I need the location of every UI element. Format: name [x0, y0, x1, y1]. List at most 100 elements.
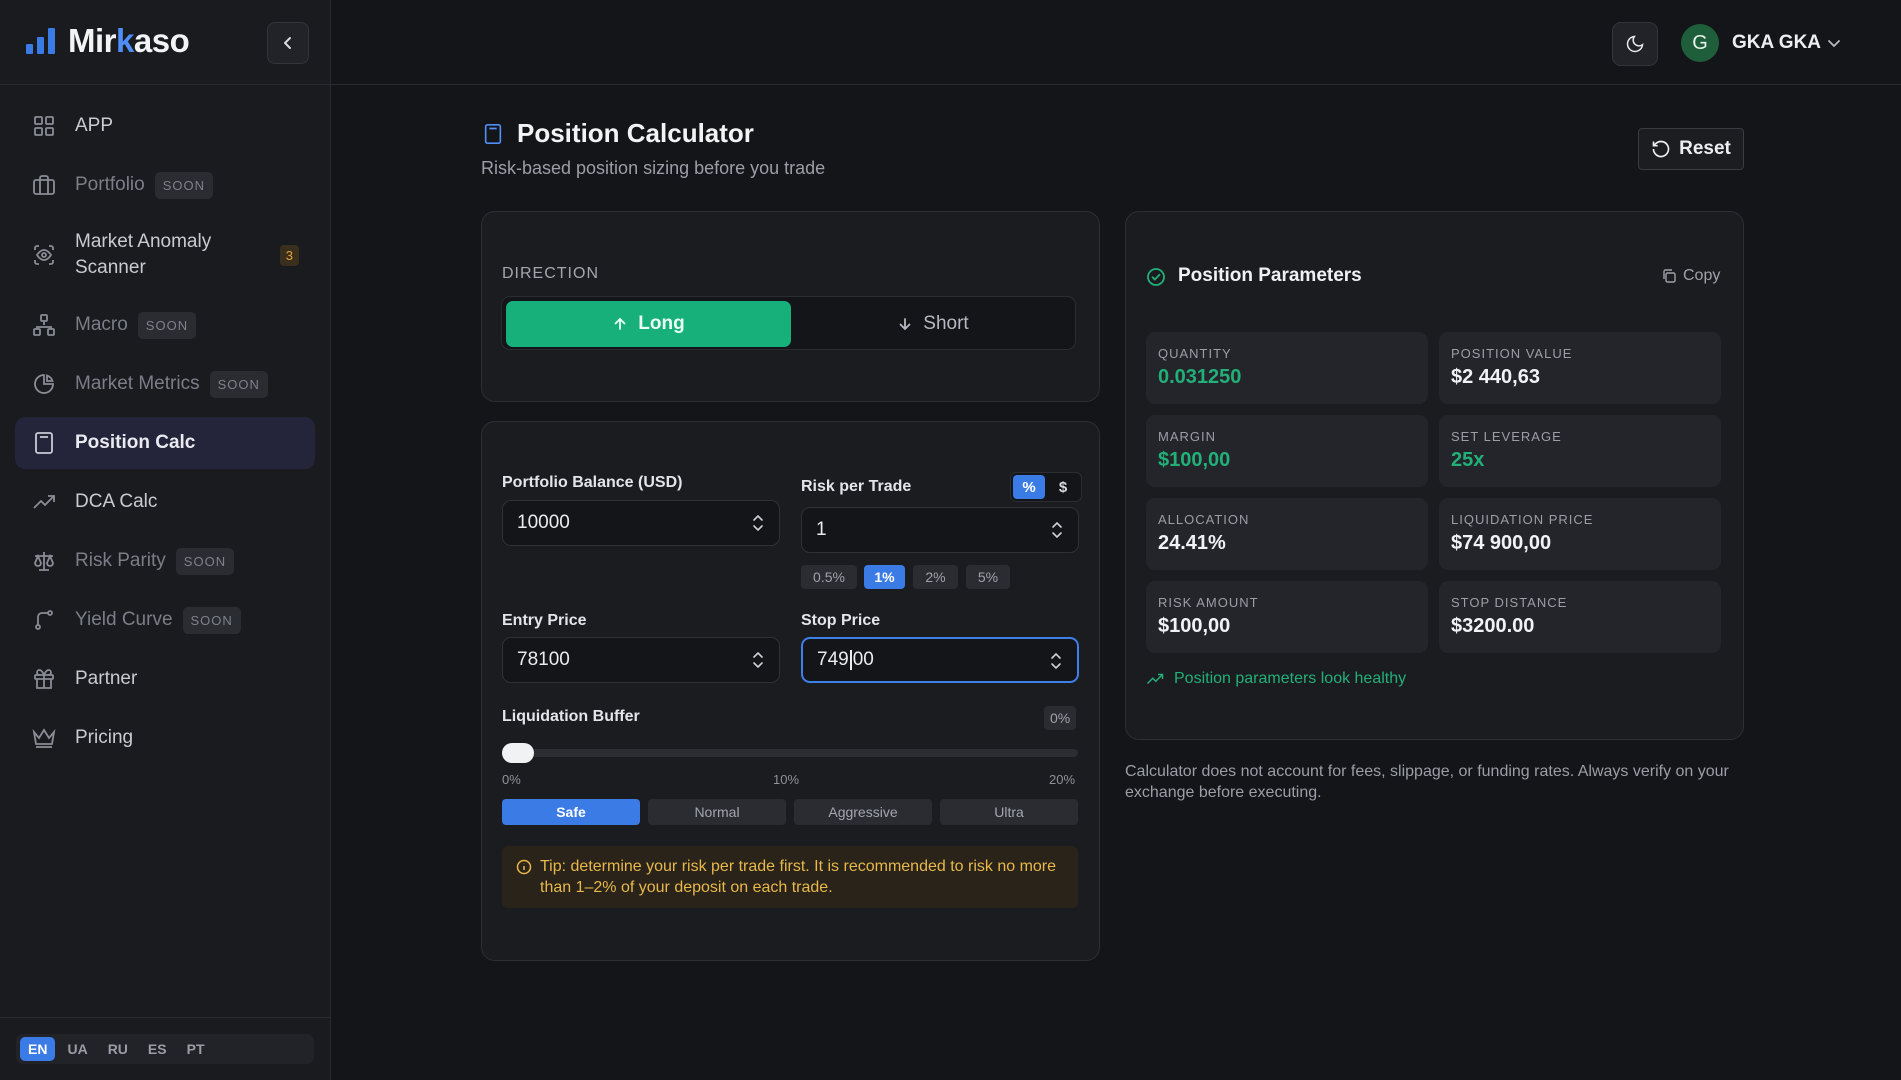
metric-value: $100,00: [1158, 615, 1231, 637]
risk-preset-1[interactable]: 1%: [864, 565, 905, 589]
long-button[interactable]: Long: [506, 301, 791, 347]
sidebar-item-pricing[interactable]: Pricing: [15, 712, 315, 764]
risk-preset-2[interactable]: 2%: [913, 565, 958, 589]
buffer-slider-thumb[interactable]: [502, 743, 534, 763]
network-icon: [31, 312, 57, 338]
metric-value: $2 440,63: [1451, 366, 1540, 388]
page-title: Position Calculator: [517, 118, 754, 148]
inputs-card: Portfolio Balance (USD) 10000 Risk per T…: [481, 421, 1100, 961]
lang-en[interactable]: EN: [20, 1037, 56, 1061]
topbar-divider: [331, 84, 1901, 85]
lang-es[interactable]: ES: [140, 1037, 175, 1061]
curve-icon: [31, 607, 57, 633]
sidebar-item-market-metrics[interactable]: Market Metrics SOON: [15, 358, 315, 410]
metric-value: 25x: [1451, 449, 1485, 471]
language-switcher: EN UA RU ES PT: [16, 1034, 314, 1064]
balance-input[interactable]: 10000: [502, 500, 780, 546]
text-cursor: [849, 649, 852, 670]
logo-text: Mirkaso: [68, 22, 190, 59]
risk-preset-5[interactable]: 5%: [966, 565, 1010, 589]
sidebar: Mirkaso APP Portfolio SOON Market Anomal…: [0, 0, 331, 1080]
metric-allocation: ALLOCATION 24.41%: [1146, 498, 1428, 570]
metric-label: QUANTITY: [1158, 346, 1232, 361]
soon-badge: SOON: [137, 311, 197, 339]
check-circle-icon: [1147, 268, 1165, 286]
stop-value: 749 00: [817, 649, 874, 670]
entry-price-input[interactable]: 78100: [502, 637, 780, 683]
lang-pt[interactable]: PT: [179, 1037, 213, 1061]
stop-price-input[interactable]: 749 00: [801, 637, 1079, 683]
risk-value: 1: [816, 519, 827, 540]
sidebar-item-label: Market Anomaly Scanner: [75, 231, 212, 278]
metric-label: ALLOCATION: [1158, 512, 1250, 527]
chevron-down-icon[interactable]: [1826, 35, 1842, 51]
calculator-icon: [484, 124, 502, 144]
mode-normal-button[interactable]: Normal: [648, 799, 786, 825]
sidebar-divider: [0, 84, 331, 85]
risk-unit-toggle: % $: [1010, 472, 1082, 502]
sidebar-item-macro[interactable]: Macro SOON: [15, 299, 315, 351]
short-button[interactable]: Short: [794, 301, 1072, 347]
metric-position-value: POSITION VALUE $2 440,63: [1439, 332, 1721, 404]
sidebar-item-portfolio[interactable]: Portfolio SOON: [15, 159, 315, 211]
sidebar-item-partner[interactable]: Partner: [15, 653, 315, 705]
entry-value: 78100: [517, 649, 570, 670]
sidebar-item-label: APP: [75, 115, 114, 136]
metric-quantity: QUANTITY 0.031250: [1146, 332, 1428, 404]
risk-preset-0-5[interactable]: 0.5%: [801, 565, 857, 589]
collapse-sidebar-button[interactable]: [267, 22, 309, 64]
app-root: Mirkaso APP Portfolio SOON Market Anomal…: [0, 0, 1901, 1080]
reset-button[interactable]: Reset: [1638, 128, 1744, 170]
mode-aggressive-button[interactable]: Aggressive: [794, 799, 932, 825]
stepper-icon[interactable]: [1049, 651, 1063, 671]
risk-unit-percent[interactable]: %: [1013, 475, 1045, 499]
buffer-label: Liquidation Buffer: [502, 708, 640, 725]
long-label: Long: [638, 313, 685, 334]
sidebar-item-risk-parity[interactable]: Risk Parity SOON: [15, 535, 315, 587]
logo[interactable]: Mirkaso: [26, 22, 190, 60]
metric-label: LIQUIDATION PRICE: [1451, 512, 1594, 527]
rotate-ccw-icon: [1652, 140, 1670, 158]
sidebar-item-dca-calc[interactable]: DCA Calc: [15, 476, 315, 528]
stepper-icon[interactable]: [751, 650, 765, 670]
results-title: Position Parameters: [1178, 265, 1362, 286]
sidebar-item-label: Portfolio: [75, 174, 145, 195]
buffer-tick-max: 20%: [1049, 772, 1076, 787]
metric-stop-distance: STOP DISTANCE $3200.00: [1439, 581, 1721, 653]
sidebar-item-yield-curve[interactable]: Yield Curve SOON: [15, 594, 315, 646]
metric-set-leverage: SET LEVERAGE 25x: [1439, 415, 1721, 487]
buffer-tick-min: 0%: [502, 772, 521, 787]
gift-icon: [31, 666, 57, 692]
health-status-text: Position parameters look healthy: [1174, 670, 1407, 687]
moon-icon: [1626, 35, 1644, 53]
metric-label: STOP DISTANCE: [1451, 595, 1568, 610]
stepper-icon[interactable]: [1050, 520, 1064, 540]
sidebar-item-position-calc[interactable]: Position Calc: [15, 417, 315, 469]
mode-ultra-button[interactable]: Ultra: [940, 799, 1078, 825]
metric-value: $3200.00: [1451, 615, 1535, 637]
direction-card: DIRECTION Long Short: [481, 211, 1100, 402]
arrow-down-icon: [899, 318, 911, 331]
sidebar-item-app[interactable]: APP: [15, 100, 315, 152]
tip-text: Tip: determine your risk per trade first…: [540, 858, 1057, 896]
risk-unit-dollar[interactable]: $: [1047, 475, 1079, 499]
buffer-slider-track[interactable]: [502, 749, 1078, 757]
metric-label: MARGIN: [1158, 429, 1216, 444]
lang-ru[interactable]: RU: [100, 1037, 136, 1061]
sidebar-item-label: Position Calc: [75, 432, 196, 453]
lang-ua[interactable]: UA: [59, 1037, 95, 1061]
soon-badge: SOON: [154, 171, 213, 199]
sidebar-item-label: Macro: [75, 314, 128, 335]
risk-input[interactable]: 1: [801, 507, 1079, 553]
entry-label: Entry Price: [502, 612, 587, 629]
stepper-icon[interactable]: [751, 513, 765, 533]
sidebar-item-market-anomaly-scanner[interactable]: Market Anomaly Scanner 3: [15, 218, 315, 292]
sidebar-item-label: Yield Curve: [75, 609, 173, 630]
copy-button[interactable]: Copy: [1661, 267, 1720, 285]
user-name[interactable]: GKA GKA: [1732, 32, 1821, 54]
avatar[interactable]: G: [1681, 24, 1719, 62]
metric-label: POSITION VALUE: [1451, 346, 1573, 361]
sidebar-bottom-divider: [0, 1017, 331, 1018]
theme-toggle-button[interactable]: [1612, 22, 1658, 66]
mode-safe-button[interactable]: Safe: [502, 799, 640, 825]
